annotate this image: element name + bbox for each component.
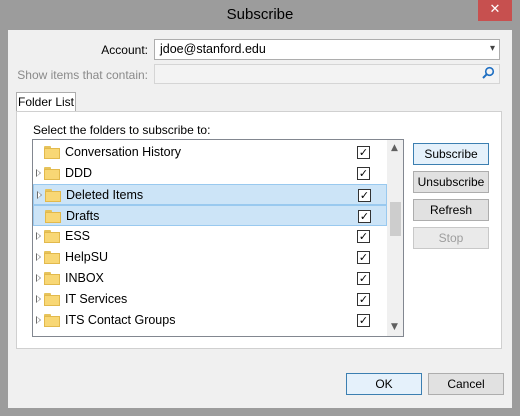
filter-input[interactable] <box>155 65 475 83</box>
folder-name: ITS Contact Groups <box>65 313 176 327</box>
folder-name: HelpSU <box>65 250 109 264</box>
account-dropdown[interactable]: jdoe@stanford.edu ▾ <box>154 39 500 60</box>
scroll-down-icon[interactable]: ▼ <box>391 322 398 332</box>
folder-icon <box>45 189 61 202</box>
cancel-button[interactable]: Cancel <box>428 373 504 395</box>
subscribe-checkbox[interactable]: ✓ <box>357 167 370 180</box>
subscribe-checkbox[interactable]: ✓ <box>357 272 370 285</box>
subscribe-checkbox[interactable]: ✓ <box>357 293 370 306</box>
ok-button[interactable]: OK <box>346 373 422 395</box>
expand-arrow-icon[interactable] <box>36 316 41 324</box>
folder-list-panel: Select the folders to subscribe to: Conv… <box>16 111 502 349</box>
search-icon[interactable] <box>481 66 495 80</box>
expand-arrow-icon[interactable] <box>36 253 41 261</box>
folder-row[interactable]: HelpSU ✓ <box>33 247 387 268</box>
folder-row[interactable]: ITS Contact Groups ✓ <box>33 310 387 331</box>
folder-icon <box>45 210 61 223</box>
subscribe-checkbox[interactable]: ✓ <box>357 251 370 264</box>
folder-tree[interactable]: Conversation History ✓ DDD ✓ Deleted Items ✓ D… <box>32 139 404 337</box>
folder-row[interactable]: IT Services ✓ <box>33 289 387 310</box>
scroll-up-icon[interactable]: ▲ <box>391 143 398 153</box>
folder-name: Conversation History <box>65 145 182 159</box>
folder-icon <box>44 230 60 243</box>
window-title: Subscribe <box>226 6 294 23</box>
account-value: jdoe@stanford.edu <box>160 42 266 56</box>
subscribe-checkbox[interactable]: ✓ <box>357 230 370 243</box>
folder-icon <box>44 251 60 264</box>
account-label: Account: <box>101 43 148 57</box>
expand-arrow-icon[interactable] <box>36 295 41 303</box>
close-icon: ✕ <box>489 2 501 17</box>
subscribe-checkbox[interactable]: ✓ <box>357 314 370 327</box>
subscribe-checkbox[interactable]: ✓ <box>358 189 371 202</box>
subscribe-button[interactable]: Subscribe <box>413 143 489 165</box>
subscribe-checkbox[interactable]: ✓ <box>357 146 370 159</box>
expand-arrow-icon[interactable] <box>36 274 41 282</box>
folder-name: ESS <box>65 229 91 243</box>
folder-icon <box>44 272 60 285</box>
scroll-thumb[interactable] <box>390 202 401 236</box>
vertical-scrollbar[interactable]: ▲ ▼ <box>387 140 403 336</box>
dialog-body: Account: jdoe@stanford.edu ▾ Show items … <box>8 30 512 408</box>
folder-name: Drafts <box>66 209 100 223</box>
subscribe-dialog: Subscribe ✕ Account: jdoe@stanford.edu ▾… <box>0 0 520 416</box>
expand-arrow-icon[interactable] <box>37 191 42 199</box>
folder-row[interactable]: Deleted Items ✓ <box>33 184 387 205</box>
folder-icon <box>44 314 60 327</box>
filter-field[interactable] <box>154 64 500 84</box>
chevron-down-icon: ▾ <box>489 43 495 54</box>
tab-folder-list[interactable]: Folder List <box>16 92 76 112</box>
folder-name: Deleted Items <box>66 188 144 202</box>
unsubscribe-button[interactable]: Unsubscribe <box>413 171 489 193</box>
folder-list-caption: Select the folders to subscribe to: <box>33 123 211 137</box>
close-button[interactable]: ✕ <box>478 0 512 21</box>
folder-name: INBOX <box>65 271 104 285</box>
expand-arrow-icon[interactable] <box>36 169 41 177</box>
folder-row[interactable]: Conversation History ✓ <box>33 142 387 163</box>
subscribe-checkbox[interactable]: ✓ <box>358 210 371 223</box>
title-bar[interactable]: Subscribe ✕ <box>0 0 520 30</box>
folder-icon <box>44 293 60 306</box>
folder-name: IT Services <box>65 292 128 306</box>
folder-icon <box>44 146 60 159</box>
folder-row[interactable]: ESS ✓ <box>33 226 387 247</box>
expand-arrow-icon[interactable] <box>36 232 41 240</box>
folder-row[interactable]: Drafts ✓ <box>33 205 387 226</box>
refresh-button[interactable]: Refresh <box>413 199 489 221</box>
folder-row[interactable]: DDD ✓ <box>33 163 387 184</box>
folder-name: DDD <box>65 166 93 180</box>
stop-button[interactable]: Stop <box>413 227 489 249</box>
folder-row[interactable]: INBOX ✓ <box>33 268 387 289</box>
folder-icon <box>44 167 60 180</box>
filter-label: Show items that contain: <box>17 68 148 82</box>
